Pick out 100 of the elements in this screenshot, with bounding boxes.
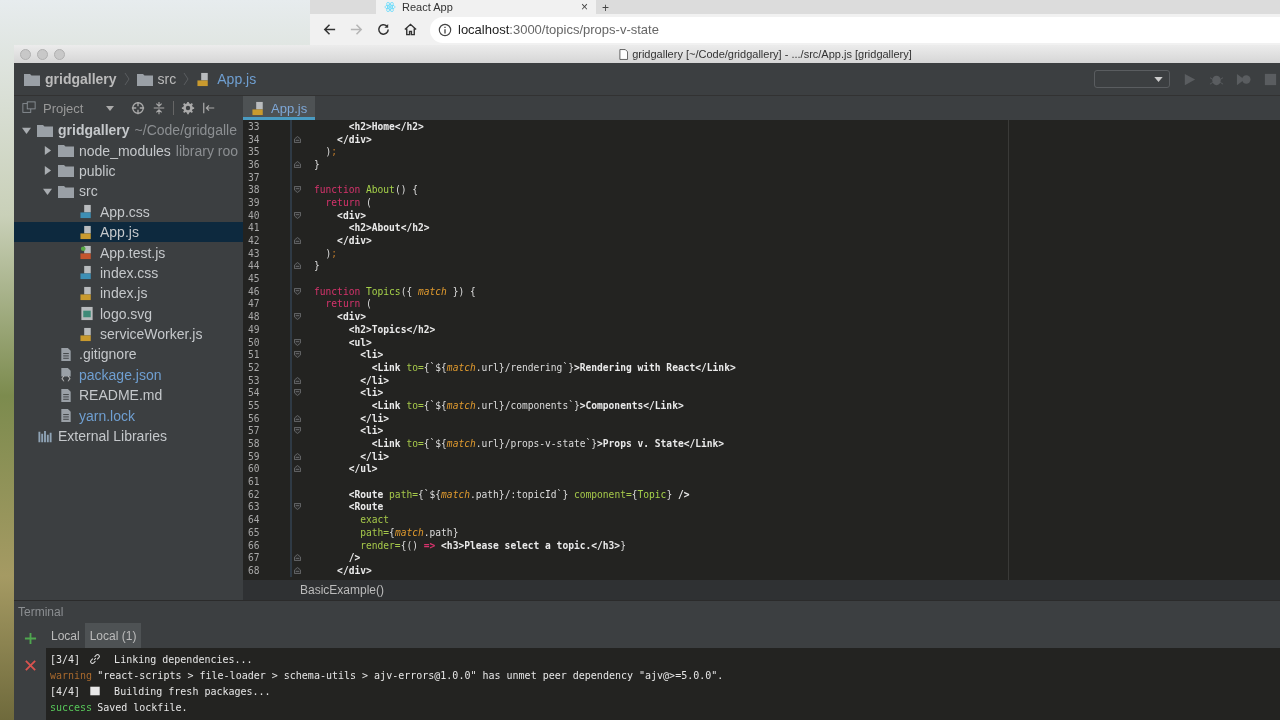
tree-item[interactable]: serviceWorker.js <box>14 323 243 345</box>
tree-item[interactable]: README.md <box>14 385 243 406</box>
fold-icon[interactable] <box>294 211 301 219</box>
tree-label: README.md <box>79 387 163 404</box>
new-tab-button[interactable]: + <box>602 2 609 14</box>
tree-item[interactable]: index.css <box>14 262 243 284</box>
fold-icon[interactable] <box>294 160 301 168</box>
folder-icon <box>136 71 153 87</box>
tree-item[interactable]: index.js <box>14 283 243 304</box>
line-number: 55 <box>247 399 261 411</box>
tree-item[interactable]: App.css <box>14 201 243 222</box>
tree-label: logo.svg <box>100 305 153 322</box>
code-breadcrumb[interactable]: BasicExample() <box>300 583 385 597</box>
close-icon[interactable] <box>23 659 37 672</box>
terminal-status: warning <box>50 669 93 681</box>
code-line: </div> <box>336 133 372 145</box>
fold-icon[interactable] <box>294 287 301 295</box>
expand-arrow-icon[interactable] <box>21 125 31 135</box>
coverage-icon[interactable] <box>1236 71 1251 87</box>
run-config-dropdown[interactable] <box>1094 70 1170 88</box>
caret-icon[interactable] <box>106 105 114 111</box>
stop-icon[interactable] <box>1263 71 1278 87</box>
fold-icon[interactable] <box>294 186 301 194</box>
fold-icon[interactable] <box>294 338 301 346</box>
fold-icon[interactable] <box>294 351 301 359</box>
tree-label: .gitignore <box>79 346 137 363</box>
terminal-tab[interactable]: Local (1) <box>84 623 142 648</box>
fold-icon[interactable] <box>294 465 301 473</box>
tree-item[interactable]: logo.svg <box>14 303 243 324</box>
line-number: 61 <box>247 476 261 488</box>
code-line: <li> <box>359 387 384 399</box>
code-line: <Link to={`${match.url}/components`}>Components</Link> <box>370 399 684 411</box>
text-file-icon <box>58 387 74 403</box>
line-number: 38 <box>247 184 261 196</box>
hide-panel-icon[interactable] <box>202 101 216 115</box>
chevron-icon <box>123 71 130 87</box>
tree-item[interactable]: package.json <box>14 364 243 386</box>
line-number: 42 <box>247 235 261 247</box>
collapse-icon[interactable] <box>152 101 166 115</box>
breadcrumb-item[interactable]: gridgallery <box>45 71 117 87</box>
terminal-text: Building fresh packages... <box>114 685 271 697</box>
fold-icon[interactable] <box>294 135 301 143</box>
code-line: <h2>Topics</h2> <box>347 323 436 335</box>
terminal-tab[interactable]: Local <box>46 623 85 648</box>
tree-item[interactable]: gridgallery ~/Code/gridgalle <box>14 120 243 141</box>
atom-icon <box>384 1 396 13</box>
fold-icon[interactable] <box>294 262 301 270</box>
tree-item[interactable]: External Libraries <box>14 425 243 447</box>
close-window-button[interactable] <box>20 48 31 60</box>
breadcrumb-item[interactable]: src <box>157 71 177 87</box>
fold-icon[interactable] <box>294 566 301 574</box>
tree-item[interactable]: public <box>14 160 243 182</box>
line-number: 41 <box>247 222 261 234</box>
image-file-icon <box>79 306 95 322</box>
code-line: </ul> <box>347 463 378 475</box>
line-number: 63 <box>247 501 261 513</box>
code-line: <li> <box>359 349 384 361</box>
fold-icon[interactable] <box>294 237 301 245</box>
line-number: 51 <box>247 349 261 361</box>
home-icon[interactable] <box>403 22 418 37</box>
tree-label: node_modules <box>79 142 171 159</box>
breadcrumb-item[interactable]: App.js <box>217 71 257 87</box>
tree-item[interactable]: App.js <box>14 221 243 243</box>
fold-icon[interactable] <box>294 554 301 562</box>
fold-icon[interactable] <box>294 389 301 397</box>
tree-item[interactable]: App.test.js <box>14 242 243 263</box>
run-icon[interactable] <box>1182 71 1197 87</box>
tree-item[interactable]: .gitignore <box>14 344 243 365</box>
address-bar[interactable]: localhost:3000/topics/props-v-state <box>430 16 1280 43</box>
line-number: 64 <box>247 514 261 526</box>
back-icon[interactable] <box>322 22 337 37</box>
editor-tab[interactable]: App.js <box>243 96 316 120</box>
zoom-window-button[interactable] <box>54 48 65 60</box>
fold-icon[interactable] <box>294 376 301 384</box>
expand-arrow-icon[interactable] <box>42 186 52 196</box>
browser-tab[interactable]: React App × <box>376 0 596 14</box>
fold-icon[interactable] <box>294 452 301 460</box>
settings-icon[interactable] <box>181 101 195 115</box>
text-file-icon <box>58 408 74 424</box>
fold-icon[interactable] <box>294 313 301 321</box>
fold-icon[interactable] <box>294 503 301 511</box>
fold-icon[interactable] <box>294 427 301 435</box>
locate-icon[interactable] <box>131 101 145 115</box>
line-number: 40 <box>247 209 261 221</box>
tree-item[interactable]: yarn.lock <box>14 405 243 426</box>
fold-icon[interactable] <box>294 414 301 422</box>
line-number: 68 <box>247 564 261 576</box>
line-number: 50 <box>247 336 261 348</box>
expand-arrow-icon[interactable] <box>42 146 52 156</box>
tree-item[interactable]: node_modules library roo <box>14 140 243 161</box>
close-tab-button[interactable]: × <box>581 1 588 13</box>
minimize-window-button[interactable] <box>37 48 48 60</box>
panel-title[interactable]: Project <box>43 100 99 116</box>
tree-item[interactable]: src <box>14 181 243 202</box>
folder-icon <box>58 183 74 199</box>
tree-label: gridgallery <box>58 122 130 139</box>
reload-icon[interactable] <box>376 22 391 37</box>
add-icon[interactable] <box>23 632 37 645</box>
expand-arrow-icon[interactable] <box>42 166 52 176</box>
tree-label: index.js <box>100 285 148 302</box>
